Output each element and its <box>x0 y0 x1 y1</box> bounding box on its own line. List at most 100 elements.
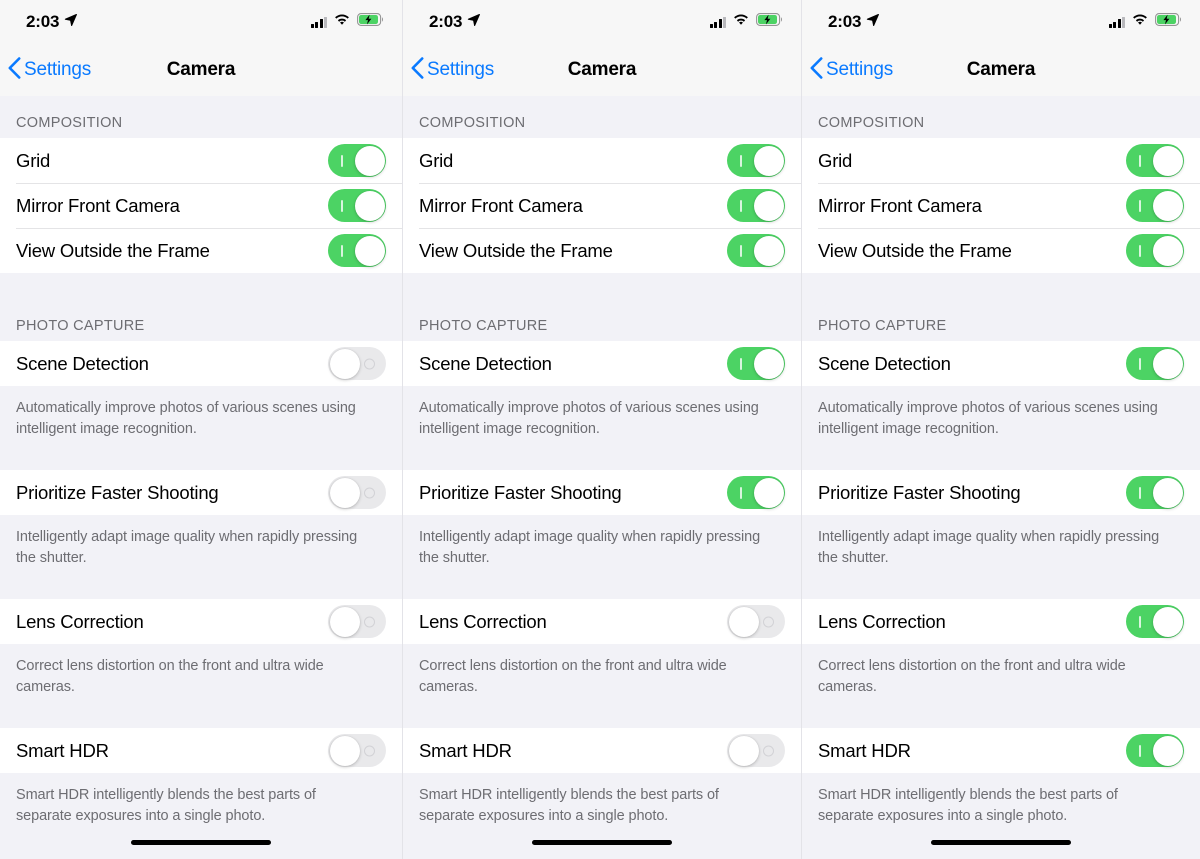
footnote-prioritize-faster-shooting: Intelligently adapt image quality when r… <box>802 515 1200 590</box>
composition-group: Grid Mirror Front Camera View Outside th… <box>0 138 402 273</box>
battery-charging-icon <box>756 13 783 31</box>
row-label-scene-detection: Scene Detection <box>818 352 951 374</box>
row-prioritize-faster-shooting[interactable]: Prioritize Faster Shooting <box>0 470 402 516</box>
settings-list: COMPOSITION Grid Mirror Front Camera Vie… <box>403 96 801 859</box>
toggle-mirror-front-camera[interactable] <box>1126 189 1184 222</box>
section-header-composition: COMPOSITION <box>802 96 1200 138</box>
toggle-grid[interactable] <box>328 144 386 177</box>
row-prioritize-faster-shooting[interactable]: Prioritize Faster Shooting <box>802 470 1200 516</box>
home-indicator[interactable] <box>931 839 1071 845</box>
status-bar-left: 2:03 <box>26 12 78 32</box>
toggle-view-outside-the-frame[interactable] <box>1126 234 1184 267</box>
scene-detection-group: Scene Detection <box>0 341 402 386</box>
toggle-smart-hdr[interactable] <box>328 734 386 768</box>
smart-hdr-group: Smart HDR <box>802 728 1200 774</box>
toggle-mirror-front-camera[interactable] <box>328 189 386 222</box>
location-arrow-icon <box>467 13 481 31</box>
row-view-outside-the-frame[interactable]: View Outside the Frame <box>403 228 801 273</box>
about-camera-privacy-link[interactable]: About Camera & Privacy... <box>403 851 801 859</box>
toggle-prioritize-faster-shooting[interactable] <box>1126 476 1184 510</box>
footnote-scene-detection: Automatically improve photos of various … <box>403 386 801 461</box>
camera-settings-triptych: 2:03 Settings Camera COMPOSITION Grid Mi… <box>0 0 1200 859</box>
toggle-lens-correction[interactable] <box>1126 605 1184 639</box>
row-label-scene-detection: Scene Detection <box>419 352 552 374</box>
smart-hdr-group: Smart HDR <box>0 728 402 774</box>
status-bar-time: 2:03 <box>828 12 862 31</box>
toggle-lens-correction[interactable] <box>328 605 386 639</box>
status-bar: 2:03 <box>802 0 1200 44</box>
row-prioritize-faster-shooting[interactable]: Prioritize Faster Shooting <box>403 470 801 516</box>
toggle-grid[interactable] <box>727 144 785 177</box>
toggle-mirror-front-camera[interactable] <box>727 189 785 222</box>
section-header-composition: COMPOSITION <box>403 96 801 138</box>
row-scene-detection[interactable]: Scene Detection <box>0 341 402 386</box>
back-button[interactable]: Settings <box>8 56 91 84</box>
row-lens-correction[interactable]: Lens Correction <box>403 599 801 645</box>
toggle-lens-correction[interactable] <box>727 605 785 639</box>
footnote-lens-correction: Correct lens distortion on the front and… <box>403 644 801 719</box>
settings-list: COMPOSITION Grid Mirror Front Camera Vie… <box>802 96 1200 859</box>
navigation-bar: Settings Camera <box>0 44 402 96</box>
toggle-prioritize-faster-shooting[interactable] <box>727 476 785 510</box>
status-bar: 2:03 <box>403 0 801 44</box>
toggle-grid[interactable] <box>1126 144 1184 177</box>
row-grid[interactable]: Grid <box>0 138 402 183</box>
lens-correction-group: Lens Correction <box>0 599 402 645</box>
home-indicator[interactable] <box>532 839 672 845</box>
about-camera-privacy-link[interactable]: About Camera & Privacy... <box>802 851 1200 859</box>
prioritize-faster-shooting-group: Prioritize Faster Shooting <box>802 470 1200 516</box>
toggle-scene-detection[interactable] <box>727 347 785 380</box>
row-label-view-outside-the-frame: View Outside the Frame <box>16 239 210 261</box>
row-lens-correction[interactable]: Lens Correction <box>802 599 1200 645</box>
toggle-smart-hdr[interactable] <box>1126 734 1184 768</box>
back-button[interactable]: Settings <box>810 56 894 84</box>
footnote-prioritize-faster-shooting: Intelligently adapt image quality when r… <box>0 515 402 590</box>
row-grid[interactable]: Grid <box>403 138 801 183</box>
panel-1: 2:03 Settings Camera COMPOSITION Grid Mi… <box>0 0 402 859</box>
prioritize-faster-shooting-group: Prioritize Faster Shooting <box>403 470 801 516</box>
row-smart-hdr[interactable]: Smart HDR <box>802 728 1200 774</box>
chevron-left-icon <box>810 56 823 84</box>
row-mirror-front-camera[interactable]: Mirror Front Camera <box>403 183 801 228</box>
footnote-scene-detection: Automatically improve photos of various … <box>802 386 1200 461</box>
section-header-composition: COMPOSITION <box>0 96 402 138</box>
back-button-label: Settings <box>826 59 894 80</box>
toggle-scene-detection[interactable] <box>328 347 386 380</box>
row-label-mirror-front-camera: Mirror Front Camera <box>419 194 583 216</box>
row-mirror-front-camera[interactable]: Mirror Front Camera <box>0 183 402 228</box>
section-header-photo-capture: PHOTO CAPTURE <box>802 299 1200 341</box>
prioritize-faster-shooting-group: Prioritize Faster Shooting <box>0 470 402 516</box>
row-scene-detection[interactable]: Scene Detection <box>403 341 801 386</box>
row-view-outside-the-frame[interactable]: View Outside the Frame <box>802 228 1200 273</box>
scene-detection-group: Scene Detection <box>802 341 1200 386</box>
row-lens-correction[interactable]: Lens Correction <box>0 599 402 645</box>
row-label-view-outside-the-frame: View Outside the Frame <box>419 239 613 261</box>
row-scene-detection[interactable]: Scene Detection <box>802 341 1200 386</box>
row-label-view-outside-the-frame: View Outside the Frame <box>818 239 1012 261</box>
toggle-view-outside-the-frame[interactable] <box>328 234 386 267</box>
row-label-mirror-front-camera: Mirror Front Camera <box>818 194 982 216</box>
row-smart-hdr[interactable]: Smart HDR <box>0 728 402 774</box>
toggle-smart-hdr[interactable] <box>727 734 785 768</box>
row-view-outside-the-frame[interactable]: View Outside the Frame <box>0 228 402 273</box>
about-camera-privacy-link[interactable]: About Camera & Privacy... <box>0 851 402 859</box>
status-bar-left: 2:03 <box>429 12 481 32</box>
location-arrow-icon <box>866 13 880 31</box>
section-header-photo-capture: PHOTO CAPTURE <box>403 299 801 341</box>
row-smart-hdr[interactable]: Smart HDR <box>403 728 801 774</box>
toggle-view-outside-the-frame[interactable] <box>727 234 785 267</box>
row-label-smart-hdr: Smart HDR <box>419 739 512 761</box>
back-button[interactable]: Settings <box>411 56 494 84</box>
row-label-mirror-front-camera: Mirror Front Camera <box>16 194 180 216</box>
toggle-scene-detection[interactable] <box>1126 347 1184 380</box>
status-bar-left: 2:03 <box>828 12 880 32</box>
cellular-signal-icon <box>310 16 327 28</box>
lens-correction-group: Lens Correction <box>403 599 801 645</box>
toggle-prioritize-faster-shooting[interactable] <box>328 476 386 510</box>
home-indicator[interactable] <box>131 839 271 845</box>
row-label-grid: Grid <box>818 149 853 171</box>
row-grid[interactable]: Grid <box>802 138 1200 183</box>
row-spacer <box>0 589 402 600</box>
row-mirror-front-camera[interactable]: Mirror Front Camera <box>802 183 1200 228</box>
row-spacer <box>0 718 402 729</box>
